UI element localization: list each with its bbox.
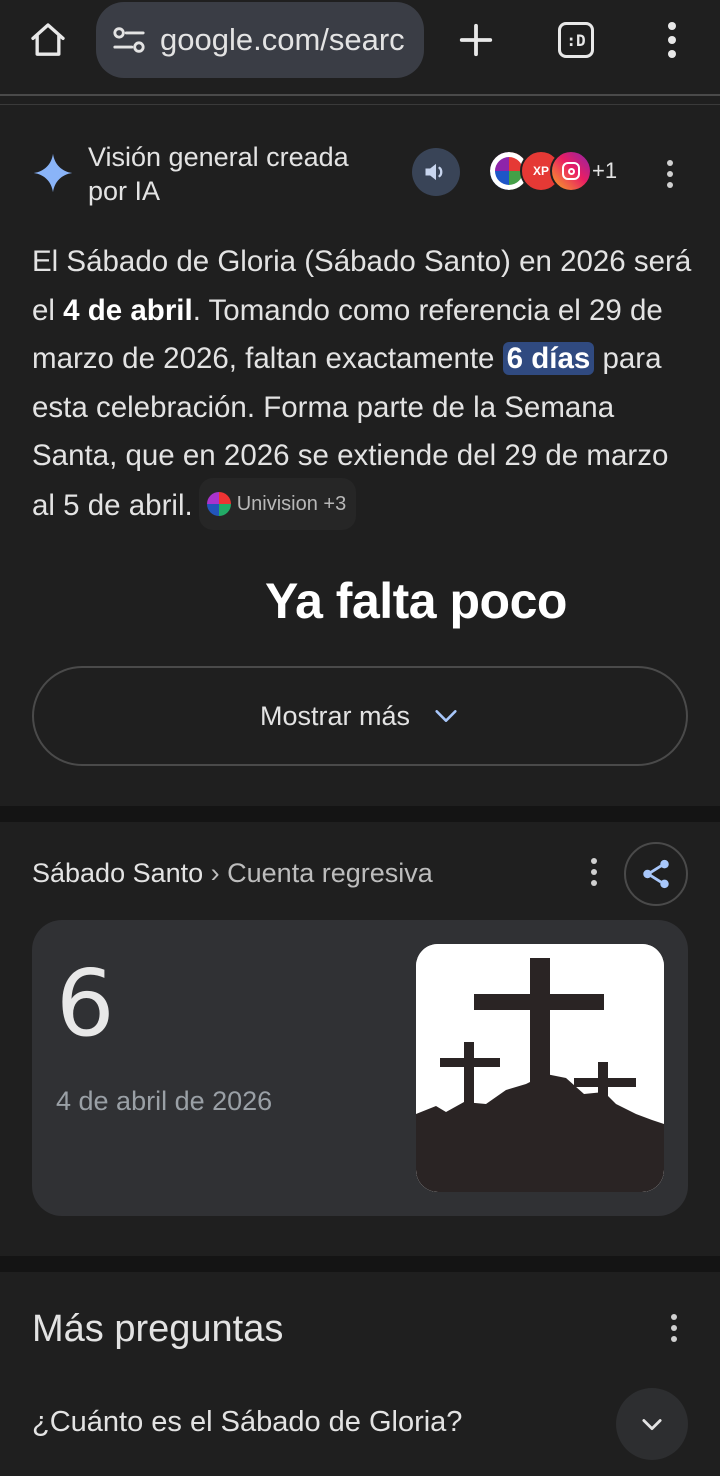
countdown-card[interactable]: 6 4 de abril de 2026: [32, 920, 688, 1216]
breadcrumb-sub: Cuenta regresiva: [227, 858, 433, 888]
more-questions-section: Más preguntas ¿Cuánto es el Sábado de Gl…: [0, 1272, 720, 1476]
plus-icon: [459, 23, 493, 57]
more-questions-more-icon[interactable]: [662, 1308, 686, 1348]
site-settings-icon[interactable]: [112, 25, 146, 55]
more-questions-title: Más preguntas: [32, 1308, 284, 1350]
url-text[interactable]: google.com/searc: [160, 22, 405, 58]
ai-overview: Visión general creada por IA XP +1 El Sá…: [0, 106, 720, 806]
show-more-button[interactable]: Mostrar más: [32, 666, 688, 766]
countdown-section: Sábado Santo › Cuenta regresiva 6 4 de a…: [0, 822, 720, 1256]
more-vert-icon: [660, 20, 684, 60]
chevron-down-icon: [642, 1419, 662, 1431]
breadcrumb-separator: ›: [203, 858, 228, 888]
listen-button[interactable]: [412, 148, 460, 196]
chevron-down-icon: [435, 710, 457, 722]
breadcrumb: Sábado Santo › Cuenta regresiva: [32, 858, 433, 889]
section-separator: [0, 1256, 720, 1272]
countdown-date: 4 de abril de 2026: [56, 1086, 273, 1116]
gemini-sparkle-icon: [33, 153, 73, 193]
share-button[interactable]: [624, 842, 688, 906]
tab-count: :D: [558, 22, 594, 58]
countdown-number: 6: [56, 950, 115, 1057]
question-text[interactable]: ¿Cuánto es el Sábado de Gloria?: [32, 1406, 462, 1439]
citation-label: Univision +3: [236, 492, 347, 515]
breadcrumb-main: Sábado Santo: [32, 858, 204, 888]
section-separator: [0, 806, 720, 822]
toolbar-divider: [0, 94, 720, 96]
ai-overview-text: El Sábado de Gloria (Sábado Santo) en 20…: [32, 238, 692, 533]
ai-text-bold-date: 4 de abril: [63, 293, 193, 327]
speaker-icon: [425, 163, 443, 181]
countdown-more-icon[interactable]: [582, 852, 606, 892]
toolbar-divider-secondary: [0, 104, 720, 105]
ai-text-highlight-days: 6 días: [502, 342, 595, 375]
univision-icon: [206, 491, 231, 516]
home-icon: [31, 23, 65, 56]
home-button[interactable]: [22, 16, 74, 64]
source-icons[interactable]: XP: [488, 150, 592, 194]
ai-overview-more-icon[interactable]: [658, 154, 682, 194]
browser-menu-button[interactable]: [648, 16, 696, 64]
sources-extra-count[interactable]: +1: [592, 158, 617, 184]
three-crosses-image: [416, 944, 664, 1192]
instagram-icon[interactable]: [550, 150, 592, 192]
ai-overview-title: Visión general creada por IA: [88, 142, 349, 206]
overlay-caption: Ya falta poco: [265, 573, 567, 629]
share-icon: [643, 859, 669, 889]
new-tab-button[interactable]: [452, 16, 500, 64]
citation-chip[interactable]: Univision +3: [198, 477, 357, 530]
tab-switcher-button[interactable]: :D: [552, 16, 600, 64]
show-more-label: Mostrar más: [259, 700, 411, 731]
url-bar[interactable]: google.com/searc: [96, 2, 424, 78]
browser-toolbar: google.com/searc :D: [0, 0, 720, 96]
expand-question-button[interactable]: [616, 1388, 688, 1460]
